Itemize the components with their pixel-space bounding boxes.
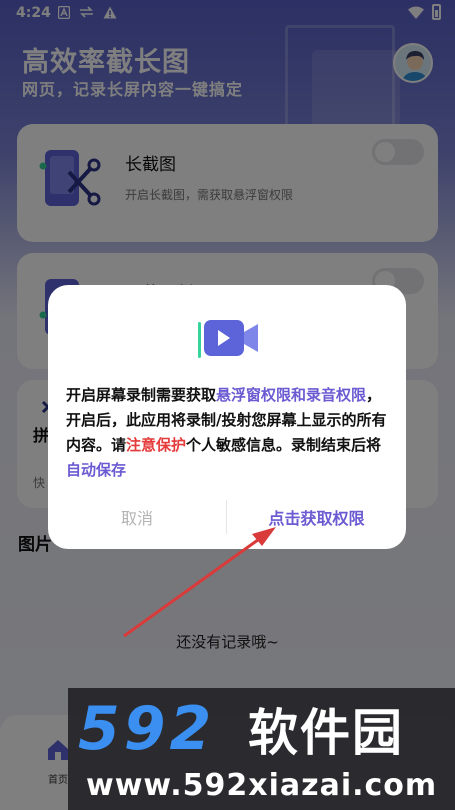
message-text: 开启屏幕录制需要获取 <box>66 386 217 404</box>
cancel-button[interactable]: 取消 <box>48 505 226 529</box>
video-camera-icon <box>198 320 258 358</box>
get-permission-button[interactable]: 点击获取权限 <box>227 505 406 529</box>
dialog-message: 开启屏幕录制需要获取悬浮窗权限和录音权限，开启后，此应用将录制/投射您屏幕上显示… <box>66 383 388 483</box>
message-highlight-permission: 悬浮窗权限和录音权限 <box>216 386 367 404</box>
permission-dialog: 开启屏幕录制需要获取悬浮窗权限和录音权限，开启后，此应用将录制/投射您屏幕上显示… <box>48 285 406 549</box>
message-highlight-privacy: 注意保护 <box>126 436 187 454</box>
watermark-logo-text: 软件园 <box>248 704 404 762</box>
watermark-logo-digits: 592 <box>78 694 216 764</box>
app-screen: 4:24 高效率截长图 网页，记录长屏内容一键搞定 长截 <box>0 0 455 810</box>
watermark-url: www.592xiazai.com <box>86 768 438 803</box>
message-text: 个人敏感信息。录制结束后将 <box>186 436 382 454</box>
message-highlight-autosave: 自动保存 <box>66 461 127 479</box>
